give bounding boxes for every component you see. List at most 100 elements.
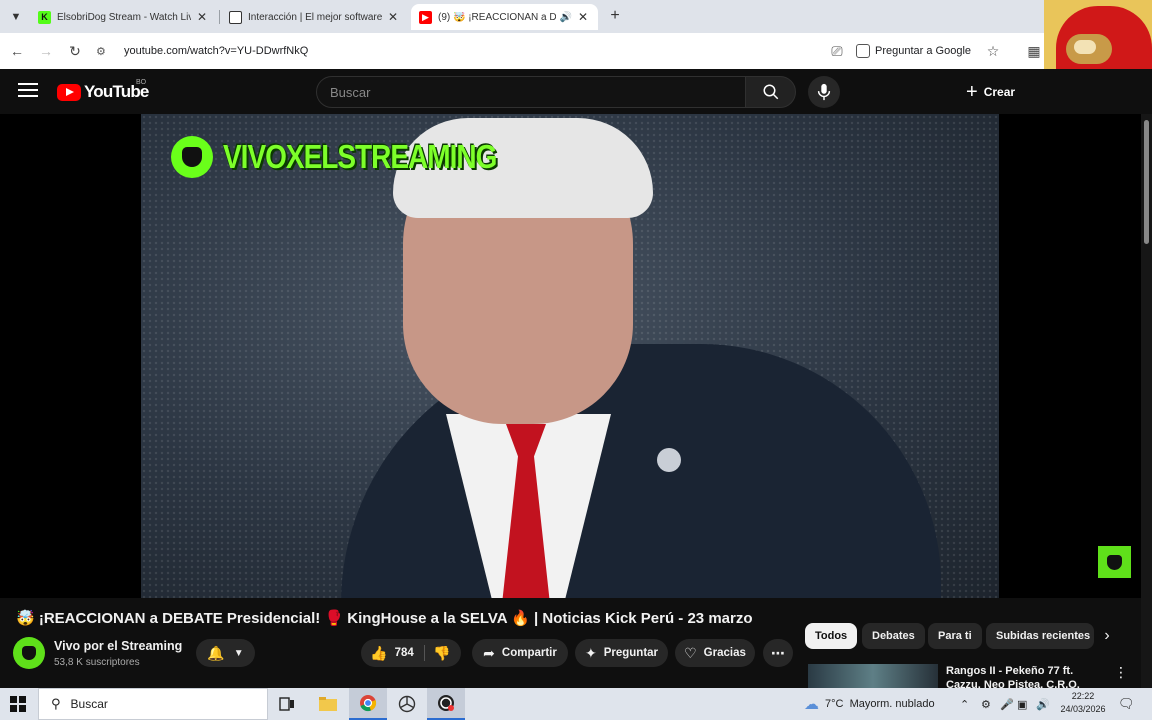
youtube-logo[interactable]: YouTube BO [57, 79, 149, 102]
weather-text: 7°C Mayorm. nublado [825, 698, 935, 710]
lapel-pin-shape [657, 448, 681, 472]
weather-widget[interactable]: ☁ 7°C Mayorm. nublado [804, 688, 935, 720]
google-lens-icon [856, 44, 870, 58]
extensions-puzzle-icon[interactable]: ▦ [1022, 39, 1046, 63]
search-icon: ⚲ [51, 696, 61, 711]
create-button[interactable]: + Crear [966, 78, 1015, 106]
volume-icon[interactable]: 🔊 [1036, 688, 1050, 720]
ask-label: Preguntar [603, 647, 659, 659]
network-share-icon[interactable]: ⚙ [981, 688, 991, 720]
country-code: BO [136, 79, 147, 86]
notifications-icon[interactable]: 🗨 [1118, 688, 1135, 720]
reload-icon[interactable]: ↻ [63, 39, 87, 63]
video-frame[interactable]: VIVOXELSTREAMING [141, 114, 999, 598]
forward-arrow-icon[interactable]: → [34, 39, 58, 63]
browser-tab-youtube[interactable]: ▶ (9) 🤯 ¡REACCIONAN a DEBATE 🔊 ✕ [411, 4, 598, 30]
site-info-icon[interactable]: ⚙ [96, 45, 112, 58]
interaccion-favicon-icon [229, 10, 242, 24]
watermark-logo-icon [171, 136, 213, 178]
like-button[interactable]: 👍 784 [361, 645, 423, 662]
notifications-bell-button[interactable]: 🔔 ▼ [196, 639, 255, 667]
video-title: 🤯 ¡REACCIONAN a DEBATE Presidencial! 🥊 K… [16, 610, 753, 627]
subscriber-count: 53,8 K suscriptores [54, 657, 140, 668]
task-view-icon[interactable] [268, 688, 306, 720]
tab-title: (9) 🤯 ¡REACCIONAN a DEBATE [438, 11, 556, 23]
thumbs-down-icon: 👎 [433, 644, 451, 661]
more-vertical-icon[interactable]: ⋮ [1114, 664, 1128, 681]
thanks-button[interactable]: ♡ Gracias [675, 639, 755, 667]
share-arrow-icon: ➦ [483, 644, 495, 661]
menu-hamburger-icon[interactable] [18, 83, 38, 99]
chrome-icon[interactable] [349, 688, 387, 720]
display-icon[interactable]: ▣ [1017, 688, 1027, 720]
search-icon [763, 84, 778, 100]
ask-google-button[interactable]: Preguntar a Google [856, 40, 971, 62]
chip-debates[interactable]: Debates [862, 623, 925, 649]
tab-search-chevron-icon[interactable]: ▼ [6, 7, 26, 27]
browser-tab-interaccion[interactable]: Interacción | El mejor software para ✕ [221, 4, 408, 30]
dog-face-shape [1074, 40, 1096, 54]
bookmark-star-icon[interactable]: ☆ [981, 39, 1005, 63]
system-clock[interactable]: 22:22 24/03/2026 [1058, 690, 1108, 716]
search-input[interactable] [330, 84, 745, 100]
video-player[interactable]: VIVOXELSTREAMING [0, 114, 1141, 598]
browser-toolbar: ← → ↻ ⚙ youtube.com/watch?v=YU-DDwrfNkQ … [0, 33, 1152, 69]
tab-title: Interacción | El mejor software para [248, 11, 382, 23]
taskbar-search-placeholder: Buscar [70, 697, 108, 711]
url-text[interactable]: youtube.com/watch?v=YU-DDwrfNkQ [124, 45, 308, 57]
tab-close-icon[interactable]: ✕ [386, 10, 400, 24]
share-label: Compartir [501, 647, 557, 659]
more-horizontal-icon: ⋯ [771, 644, 785, 661]
taskbar-search-box[interactable]: ⚲ Buscar [38, 688, 268, 720]
thanks-label: Gracias [703, 647, 746, 659]
channel-watermark: VIVOXELSTREAMING [171, 136, 497, 178]
recommended-video-title[interactable]: Rangos II - Pekeño 77 ft. Cazzu, Neo Pis… [946, 664, 1106, 688]
cast-icon[interactable]: ⎚ [825, 39, 849, 63]
thumbs-up-icon: 👍 [370, 644, 388, 661]
like-count: 784 [394, 647, 414, 659]
share-button[interactable]: ➦ Compartir [472, 639, 568, 667]
ask-button[interactable]: ✦ Preguntar [575, 639, 668, 667]
channel-name[interactable]: Vivo por el Streaming [54, 639, 182, 653]
microphone-tray-icon[interactable]: 🎤 [1000, 688, 1014, 720]
search-box [316, 76, 746, 108]
show-hidden-icons-chevron-icon[interactable]: ⌃ [960, 688, 969, 720]
windows-taskbar: ⚲ Buscar ☁ 7°C Mayorm. nublado ⌃ ⚙ 🎤 ▣ 🔊… [0, 688, 1152, 720]
windows-start-icon[interactable] [10, 696, 26, 712]
voice-search-button[interactable] [808, 76, 840, 108]
plus-icon: + [966, 80, 978, 103]
back-arrow-icon[interactable]: ← [5, 39, 29, 63]
like-dislike-group: 👍 784 👎 [361, 639, 461, 667]
channel-branding-icon[interactable] [1098, 546, 1131, 578]
page-scrollbar[interactable] [1141, 114, 1152, 688]
chevron-right-icon[interactable]: › [1098, 627, 1116, 645]
tab-close-icon[interactable]: ✕ [195, 10, 209, 24]
youtube-favicon-icon: ▶ [419, 10, 432, 24]
clock-date: 24/03/2026 [1060, 704, 1106, 714]
clock-time: 22:22 [1071, 691, 1095, 701]
scrollbar-thumb[interactable] [1144, 120, 1149, 244]
chip-subidas-recientes[interactable]: Subidas recientes [986, 623, 1094, 649]
cloud-icon: ☁ [804, 696, 819, 713]
browser-tab-kick[interactable]: K ElsobriDog Stream - Watch Live ✕ [30, 4, 217, 30]
browser-tab-bar: ▼ K ElsobriDog Stream - Watch Live ✕ Int… [0, 0, 1152, 33]
like-divider [424, 645, 425, 661]
chrome-profile-icon[interactable] [388, 688, 426, 720]
chip-para-ti[interactable]: Para ti [928, 623, 982, 649]
search-button[interactable] [745, 76, 796, 108]
new-tab-plus-icon[interactable]: + [606, 7, 624, 25]
tab-divider [219, 10, 220, 24]
ask-google-label: Preguntar a Google [875, 45, 972, 57]
file-explorer-icon[interactable] [309, 688, 347, 720]
dislike-button[interactable]: 👎 [423, 645, 461, 662]
chip-todos[interactable]: Todos [805, 623, 858, 649]
tab-title: ElsobriDog Stream - Watch Live [57, 11, 191, 23]
more-actions-button[interactable]: ⋯ [763, 639, 793, 667]
tab-close-icon[interactable]: ✕ [576, 10, 590, 24]
channel-avatar[interactable] [13, 637, 45, 669]
recommended-video-thumbnail[interactable] [808, 664, 938, 688]
kick-favicon-icon: K [38, 10, 51, 24]
obs-icon[interactable] [427, 688, 465, 720]
create-label: Crear [983, 85, 1016, 99]
speaker-icon[interactable]: 🔊 [560, 12, 572, 23]
